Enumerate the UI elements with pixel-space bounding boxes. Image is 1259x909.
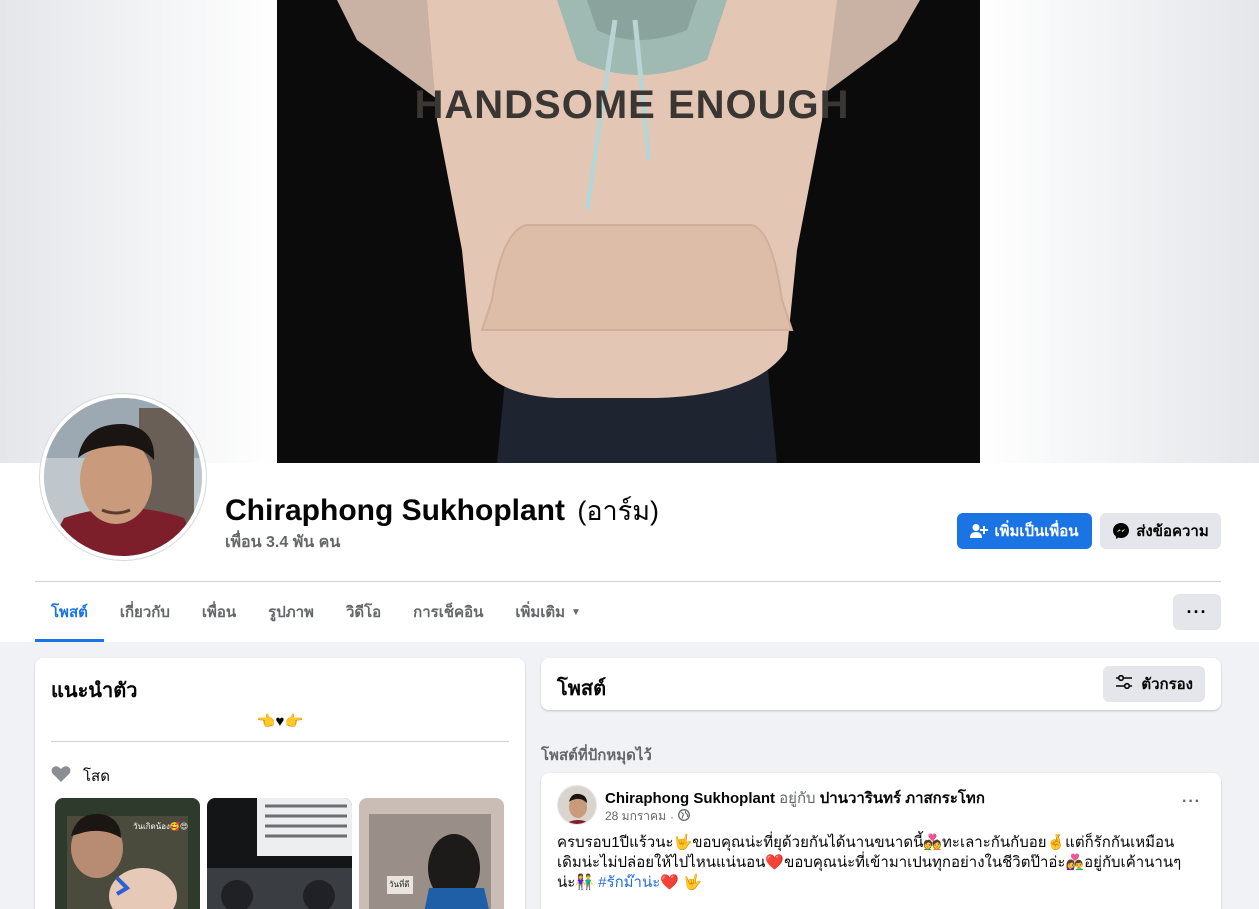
- posts-header-card: โพสต์ ตัวกรอง: [541, 658, 1221, 710]
- intro-card: แนะนำตัว 👈♥👉 โสด วันเกิดน้อง🥰😍 วันที่ดี: [35, 658, 525, 909]
- tab-photos-label: รูปภาพ: [268, 604, 314, 621]
- intro-divider: [51, 741, 509, 742]
- relationship-label: โสด: [83, 768, 110, 785]
- featured-photo[interactable]: วันเกิดน้อง🥰😍: [55, 798, 200, 909]
- featured-caption: วันที่ดี: [389, 880, 410, 889]
- avatar-image: [44, 398, 202, 556]
- heart-icon: [51, 765, 71, 787]
- featured-photo-image: [55, 798, 200, 909]
- posts-title: โพสต์: [557, 678, 607, 700]
- featured-caption: วันเกิดน้อง🥰😍: [133, 822, 189, 831]
- post-author-avatar[interactable]: [557, 785, 597, 825]
- friends-count[interactable]: เพื่อน 3.4 พัน คน: [225, 530, 340, 555]
- post-author-avatar-image: [558, 786, 596, 824]
- post-hashtag[interactable]: #รักม๊าน่ะ❤️: [598, 874, 679, 891]
- message-button[interactable]: ส่งข้อความ: [1100, 513, 1221, 549]
- filter-label: ตัวกรอง: [1141, 676, 1193, 693]
- post-date[interactable]: 28 มกราคม: [605, 807, 666, 826]
- messenger-icon: [1112, 522, 1130, 540]
- tab-checkins[interactable]: การเช็คอิน: [397, 582, 499, 642]
- cover-backdrop-right: [979, 0, 1259, 463]
- post-text: ครบรอบ1ปีแร้วนะ🤟ขอบคุณน่ะที่ยุด้วยกันได้…: [557, 833, 1197, 893]
- featured-photo[interactable]: [207, 798, 352, 909]
- bio-text: 👈♥👉: [256, 713, 304, 730]
- post-author-name[interactable]: Chiraphong Sukhoplant: [605, 790, 775, 807]
- post-options-button[interactable]: ···: [1182, 793, 1201, 811]
- profile-name-text: Chiraphong Sukhoplant: [225, 494, 565, 527]
- add-friend-button[interactable]: เพิ่มเป็นเพื่อน: [957, 513, 1092, 549]
- add-friend-icon: [970, 523, 989, 539]
- tab-posts[interactable]: โพสต์: [35, 582, 104, 642]
- profile-more-button[interactable]: ···: [1173, 594, 1221, 630]
- globe-icon: [678, 809, 690, 824]
- tab-more-label: เพิ่มเติม: [515, 604, 566, 621]
- tab-friends-label: เพื่อน: [201, 604, 237, 621]
- tab-about[interactable]: เกี่ยวกับ: [104, 582, 186, 642]
- cover-photo[interactable]: HANDSOME ENOUGH: [277, 0, 980, 463]
- profile-header: HANDSOME ENOUGH Chiraphong Sukhoplant (อ…: [0, 0, 1259, 642]
- featured-photo-image: [207, 798, 352, 909]
- tab-videos-label: วิดีโอ: [345, 604, 382, 621]
- avatar: [44, 398, 202, 556]
- profile-tabs: โพสต์ เกี่ยวกับ เพื่อน รูปภาพ วิดีโอ การ…: [35, 582, 597, 642]
- post-body-end: 🤟: [683, 874, 702, 891]
- tab-checkins-label: การเช็คอิน: [413, 604, 484, 621]
- message-label: ส่งข้อความ: [1136, 523, 1209, 540]
- cover-photo-image: HANDSOME ENOUGH: [277, 0, 980, 463]
- tab-friends[interactable]: เพื่อน: [186, 582, 252, 642]
- post-meta-separator: ·: [669, 809, 674, 824]
- tab-about-label: เกี่ยวกับ: [119, 604, 170, 621]
- post-meta: 28 มกราคม ·: [605, 807, 690, 826]
- pinned-posts-label: โพสต์ที่ปักหมุดไว้: [541, 747, 652, 764]
- pinned-post: Chiraphong Sukhoplant อยู่กับ ปานวารินทร…: [541, 773, 1221, 909]
- profile-picture[interactable]: [39, 393, 207, 561]
- post-with-label: อยู่กับ: [779, 790, 816, 807]
- tab-videos[interactable]: วิดีโอ: [330, 582, 397, 642]
- profile-alternate-name: (อาร์ม): [577, 496, 659, 526]
- caret-down-icon: ▼: [571, 606, 581, 618]
- featured-photo-image: [359, 798, 504, 909]
- relationship-status: โสด: [51, 764, 110, 788]
- profile-name: Chiraphong Sukhoplant (อาร์ม): [225, 489, 659, 532]
- tab-posts-label: โพสต์: [51, 604, 88, 621]
- tab-photos[interactable]: รูปภาพ: [252, 582, 330, 642]
- svg-text:HANDSOME ENOUGH: HANDSOME ENOUGH: [414, 83, 849, 127]
- tab-more[interactable]: เพิ่มเติม ▼: [499, 582, 597, 642]
- post-tagged-user[interactable]: ปานวารินทร์ ภาสกระโทก: [820, 790, 985, 807]
- sliders-icon: [1115, 674, 1133, 693]
- featured-photo[interactable]: วันที่ดี: [359, 798, 504, 909]
- intro-title: แนะนำตัว: [51, 680, 138, 702]
- add-friend-label: เพิ่มเป็นเพื่อน: [994, 523, 1079, 540]
- featured-photos: วันเกิดน้อง🥰😍 วันที่ดี: [55, 798, 504, 909]
- filter-button[interactable]: ตัวกรอง: [1103, 666, 1205, 702]
